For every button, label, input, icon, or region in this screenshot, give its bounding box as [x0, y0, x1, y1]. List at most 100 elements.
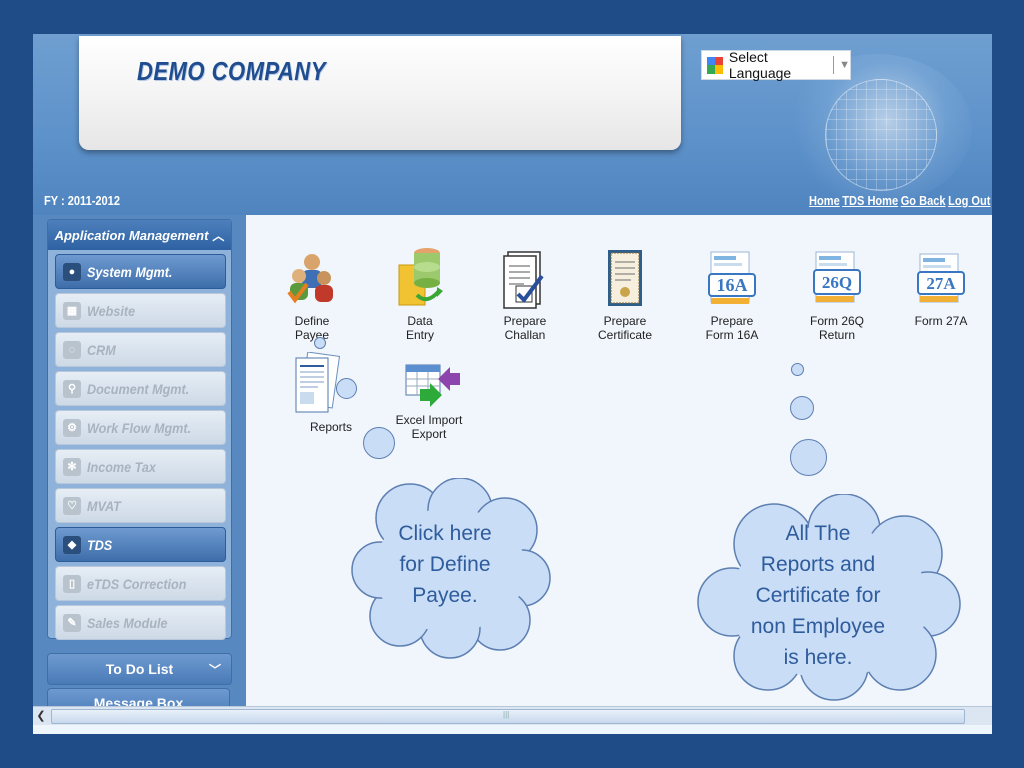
tds-icon: ◆ [63, 535, 81, 554]
callout-bubble-small [314, 337, 326, 349]
tile-label-line: Form 16A [705, 328, 759, 342]
google-icon [707, 56, 723, 74]
sidebar-item-label: Document Mgmt. [87, 380, 190, 397]
sidebar-item-document-mgmt[interactable]: ⚲ Document Mgmt. [55, 371, 226, 406]
menu-heading-label: Application Management [54, 227, 209, 243]
link-home[interactable]: Home [809, 193, 840, 208]
language-select[interactable]: Select Language ▼ [701, 49, 851, 81]
tile-label-line: Challan [504, 328, 546, 342]
tile-label-line: Form 26Q [809, 314, 864, 328]
dropdown-arrow-icon[interactable]: ▼ [839, 59, 850, 71]
callout-line: All The [785, 522, 851, 545]
logo-panel: DEMO COMPANY [79, 36, 681, 150]
sidebar-item-work-flow-mgmt[interactable]: ⚙ Work Flow Mgmt. [55, 410, 226, 445]
tile-prepare-form-16a[interactable]: 16A Prepare Form 16A [686, 248, 778, 342]
form-badge-text: 16A [717, 275, 748, 295]
tile-prepare-challan[interactable]: Prepare Challan [479, 248, 571, 342]
sidebar-item-crm[interactable]: ◌ CRM [55, 332, 226, 367]
sidebar-item-mvat[interactable]: ♡ MVAT [55, 488, 226, 523]
income-tax-icon: ✻ [63, 457, 81, 476]
tile-label-line: Return [818, 328, 856, 342]
excel-import-icon [402, 361, 460, 409]
link-log-out[interactable]: Log Out [948, 193, 990, 208]
sidebar-item-label: Work Flow Mgmt. [87, 419, 192, 436]
checklist-icon [498, 248, 552, 310]
callout-text-reports: All The Reports and Certificate for non … [718, 518, 918, 673]
database-icon [393, 243, 447, 310]
sidebar-item-system-mgmt[interactable]: ● System Mgmt. [55, 254, 226, 289]
chevron-up-icon: ︿ [212, 228, 225, 243]
todo-list-button[interactable]: To Do List ﹀ [47, 653, 232, 685]
callout-bubble-large [363, 427, 395, 459]
crm-icon: ◌ [63, 340, 81, 359]
mvat-icon: ♡ [63, 496, 81, 515]
menu-heading[interactable]: Application Management ︿ [48, 220, 231, 250]
sidebar-item-label: Income Tax [87, 458, 156, 475]
sales-icon: ✎ [63, 613, 81, 632]
sidebar-item-label: CRM [87, 341, 116, 358]
tile-label-line: Form 27A [914, 314, 968, 328]
sidebar-item-label: Website [87, 302, 136, 319]
callout-line: Payee. [412, 584, 478, 607]
callout-line: Reports and [760, 553, 876, 576]
tile-form-27a[interactable]: 27A Form 27A [895, 252, 987, 328]
financial-year: FY : 2011-2012 [44, 193, 120, 208]
sidebar-item-sales-module[interactable]: ✎ Sales Module [55, 605, 226, 640]
user-icon: ● [63, 262, 81, 281]
tile-label-line: Entry [405, 328, 434, 342]
tile-label-line: Define [294, 314, 330, 328]
link-go-back[interactable]: Go Back [900, 193, 945, 208]
workflow-icon: ⚙ [63, 418, 81, 437]
tile-form-26q-return[interactable]: 26Q Form 26Q Return [791, 248, 883, 342]
tile-label-line: Certificate [597, 328, 653, 342]
sidebar-item-income-tax[interactable]: ✻ Income Tax [55, 449, 226, 484]
tile-excel-import-export[interactable]: Excel Import Export [383, 361, 475, 441]
top-nav-links: Home TDS Home Go Back Log Out [806, 193, 990, 208]
callout-line: Click here [398, 522, 492, 545]
sidebar-item-etds-correction[interactable]: ▯ eTDS Correction [55, 566, 226, 601]
tile-label-line: Payee [294, 328, 330, 342]
tile-label-line: Export [411, 427, 447, 441]
etds-icon: ▯ [63, 574, 81, 593]
callout-line: for Define [399, 553, 491, 576]
callout-cloud-reports: All The Reports and Certificate for non … [694, 493, 962, 704]
form-badge-text: 27A [926, 274, 956, 293]
tile-prepare-certificate[interactable]: Prepare Certificate [579, 248, 671, 342]
header-banner: DEMO COMPANY Select Language ▼ FY : 2011… [33, 34, 992, 215]
form-26q-icon: 26Q [810, 248, 864, 310]
form-16a-icon: 16A [705, 248, 759, 310]
callout-line: is here. [783, 646, 853, 669]
sidebar-item-website[interactable]: ▦ Website [55, 293, 226, 328]
form-27a-icon: 27A [914, 252, 968, 310]
callout-text-define-payee: Click here for Define Payee. [370, 518, 520, 611]
scroll-left-icon[interactable]: ❮ [33, 707, 49, 725]
link-tds-home[interactable]: TDS Home [842, 193, 898, 208]
tile-label-line: Prepare [503, 314, 547, 328]
tile-label-line: Prepare [603, 314, 647, 328]
callout-line: Certificate for [755, 584, 881, 607]
document-search-icon: ⚲ [63, 379, 81, 398]
users-icon [285, 248, 339, 310]
tile-label-line: Reports [309, 420, 353, 434]
callout-bubble-large [790, 439, 827, 476]
language-select-label: Select Language [728, 49, 792, 81]
application-menu: Application Management ︿ ● System Mgmt. ▦… [47, 219, 232, 640]
tile-define-payee[interactable]: Define Payee [266, 248, 358, 342]
tile-reports[interactable]: Reports [284, 351, 378, 434]
tile-data-entry[interactable]: Data Entry [374, 243, 466, 342]
tile-label-line: Prepare [710, 314, 754, 328]
callout-bubble-small [791, 363, 804, 376]
sidebar-item-tds[interactable]: ◆ TDS [55, 527, 226, 562]
chevron-down-icon: ﹀ [208, 662, 221, 677]
callout-cloud-define-payee: Click here for Define Payee. [350, 477, 552, 660]
callout-line: non Employee [750, 615, 886, 638]
sidebar-item-label: Sales Module [87, 614, 168, 631]
tile-label-line: Data [407, 314, 433, 328]
callout-bubble-medium [790, 396, 814, 420]
form-badge-text: 26Q [822, 273, 852, 292]
sidebar-item-label: eTDS Correction [87, 575, 187, 592]
divider [833, 56, 835, 74]
sidebar: Application Management ︿ ● System Mgmt. ▦… [33, 215, 246, 718]
horizontal-scrollbar[interactable]: ❮ ||| [33, 706, 992, 725]
globe-grid-graphic [825, 79, 937, 191]
